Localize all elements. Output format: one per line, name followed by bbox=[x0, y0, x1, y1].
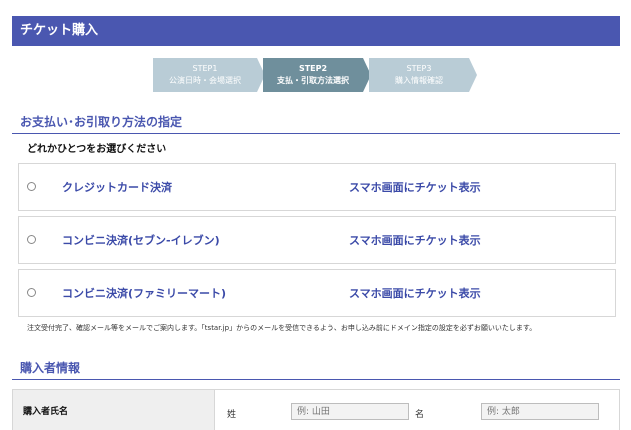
step-3-desc: 購入情報確認 bbox=[395, 76, 443, 85]
email-notice: 注文受付完了、確認メール等をメールでご案内します。「tstar.jp」からのメー… bbox=[27, 324, 537, 332]
page-title: チケット購入 bbox=[20, 23, 99, 38]
buyer-name-label: 購入者氏名 bbox=[13, 390, 215, 430]
step-2-label: STEP2 bbox=[298, 64, 328, 73]
buyer-name-fields: 姓 名 bbox=[215, 390, 619, 430]
payment-option-familymart[interactable]: コンビニ決済(ファミリーマート) スマホ画面にチケット表示 bbox=[18, 269, 616, 317]
payment-option-label: コンビニ決済(ファミリーマート) bbox=[62, 287, 227, 300]
buyer-info-table: 購入者氏名 姓 名 bbox=[12, 389, 620, 430]
payment-option-label: クレジットカード決済 bbox=[62, 181, 172, 194]
payment-section-title: お支払い･お引取り方法の指定 bbox=[12, 112, 620, 134]
step-3: STEP3 購入情報確認 bbox=[369, 58, 477, 92]
delivery-method-label: スマホ画面にチケット表示 bbox=[349, 181, 481, 194]
step-1: STEP1 公演日時・会場選択 bbox=[153, 58, 265, 92]
delivery-method-label: スマホ画面にチケット表示 bbox=[349, 287, 481, 300]
first-name-label: 名 bbox=[415, 410, 425, 420]
delivery-method-label: スマホ画面にチケット表示 bbox=[349, 234, 481, 247]
page-header: チケット購入 bbox=[12, 16, 620, 46]
payment-radio-familymart[interactable] bbox=[27, 288, 36, 297]
step-1-label: STEP1 bbox=[192, 64, 218, 73]
payment-instruction: どれかひとつをお選びください bbox=[27, 144, 167, 155]
payment-radio-seven-eleven[interactable] bbox=[27, 235, 36, 244]
step-arrow-icon bbox=[469, 58, 477, 92]
last-name-input[interactable] bbox=[291, 403, 409, 420]
step-3-label: STEP3 bbox=[406, 64, 432, 73]
step-2-current: STEP2 支払・引取方法選択 bbox=[263, 58, 371, 92]
payment-radio-credit-card[interactable] bbox=[27, 182, 36, 191]
step-1-desc: 公演日時・会場選択 bbox=[169, 76, 241, 85]
first-name-input[interactable] bbox=[481, 403, 599, 420]
buyer-section-title: 購入者情報 bbox=[12, 358, 620, 380]
payment-option-label: コンビニ決済(セブン-イレブン) bbox=[62, 234, 220, 247]
payment-option-seven-eleven[interactable]: コンビニ決済(セブン-イレブン) スマホ画面にチケット表示 bbox=[18, 216, 616, 264]
step-2-desc: 支払・引取方法選択 bbox=[277, 76, 349, 85]
payment-option-credit-card[interactable]: クレジットカード決済 スマホ画面にチケット表示 bbox=[18, 163, 616, 211]
last-name-label: 姓 bbox=[227, 410, 237, 420]
